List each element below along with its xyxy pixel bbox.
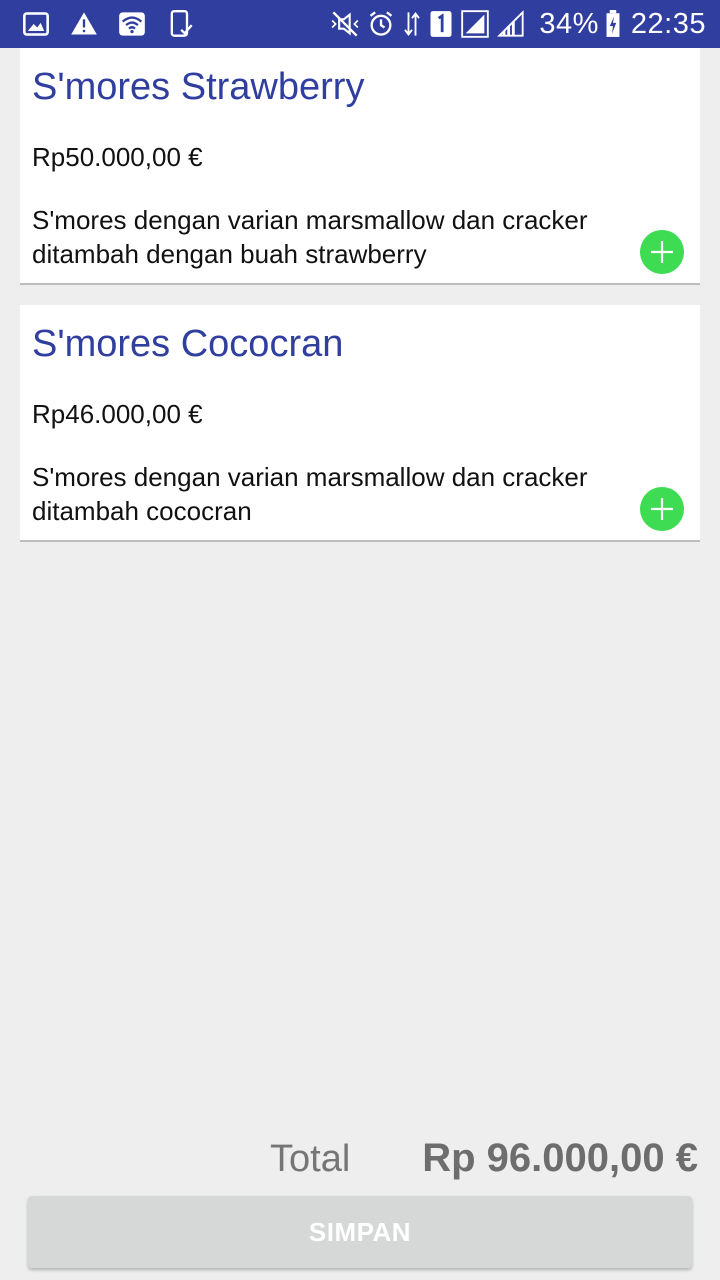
product-price: Rp46.000,00 € [32,399,203,429]
signal-icon [461,10,490,38]
clock: 22:35 [630,7,706,40]
add-to-cart-button[interactable] [640,230,684,274]
gallery-icon [22,10,50,38]
mute-icon [331,10,359,38]
plus-icon [651,241,673,263]
plus-icon [651,498,673,520]
battery-percent: 34% [539,7,599,40]
sim-one-icon [429,10,453,38]
save-button[interactable]: SIMPAN [28,1196,692,1268]
warning-icon [70,10,98,38]
alarm-icon [367,10,395,38]
status-bar: 34% 22:35 [0,0,720,48]
wifi-icon [118,10,146,38]
product-name: S'mores Cococran [32,323,344,365]
product-description: S'mores dengan varian marsmallow dan cra… [32,205,588,269]
battery-charging-icon [603,10,623,38]
phone-check-icon [166,10,194,38]
product-name: S'mores Strawberry [32,66,365,108]
screen: 34% 22:35 S'mores Strawberry Rp50.000,00… [0,0,720,1280]
status-bar-right: 34% 22:35 [331,0,706,48]
data-arrows-icon [403,10,421,38]
total-value: Rp 96.000,00 € [422,1136,698,1180]
product-card[interactable]: S'mores Strawberry Rp50.000,00 € S'mores… [20,48,700,285]
product-card[interactable]: S'mores Cococran Rp46.000,00 € S'mores d… [20,305,700,542]
total-label: Total [270,1138,351,1180]
product-description: S'mores dengan varian marsmallow dan cra… [32,462,588,526]
add-to-cart-button[interactable] [640,487,684,531]
product-price: Rp50.000,00 € [32,142,203,172]
status-bar-left [22,0,214,48]
signal-icon [497,10,525,38]
